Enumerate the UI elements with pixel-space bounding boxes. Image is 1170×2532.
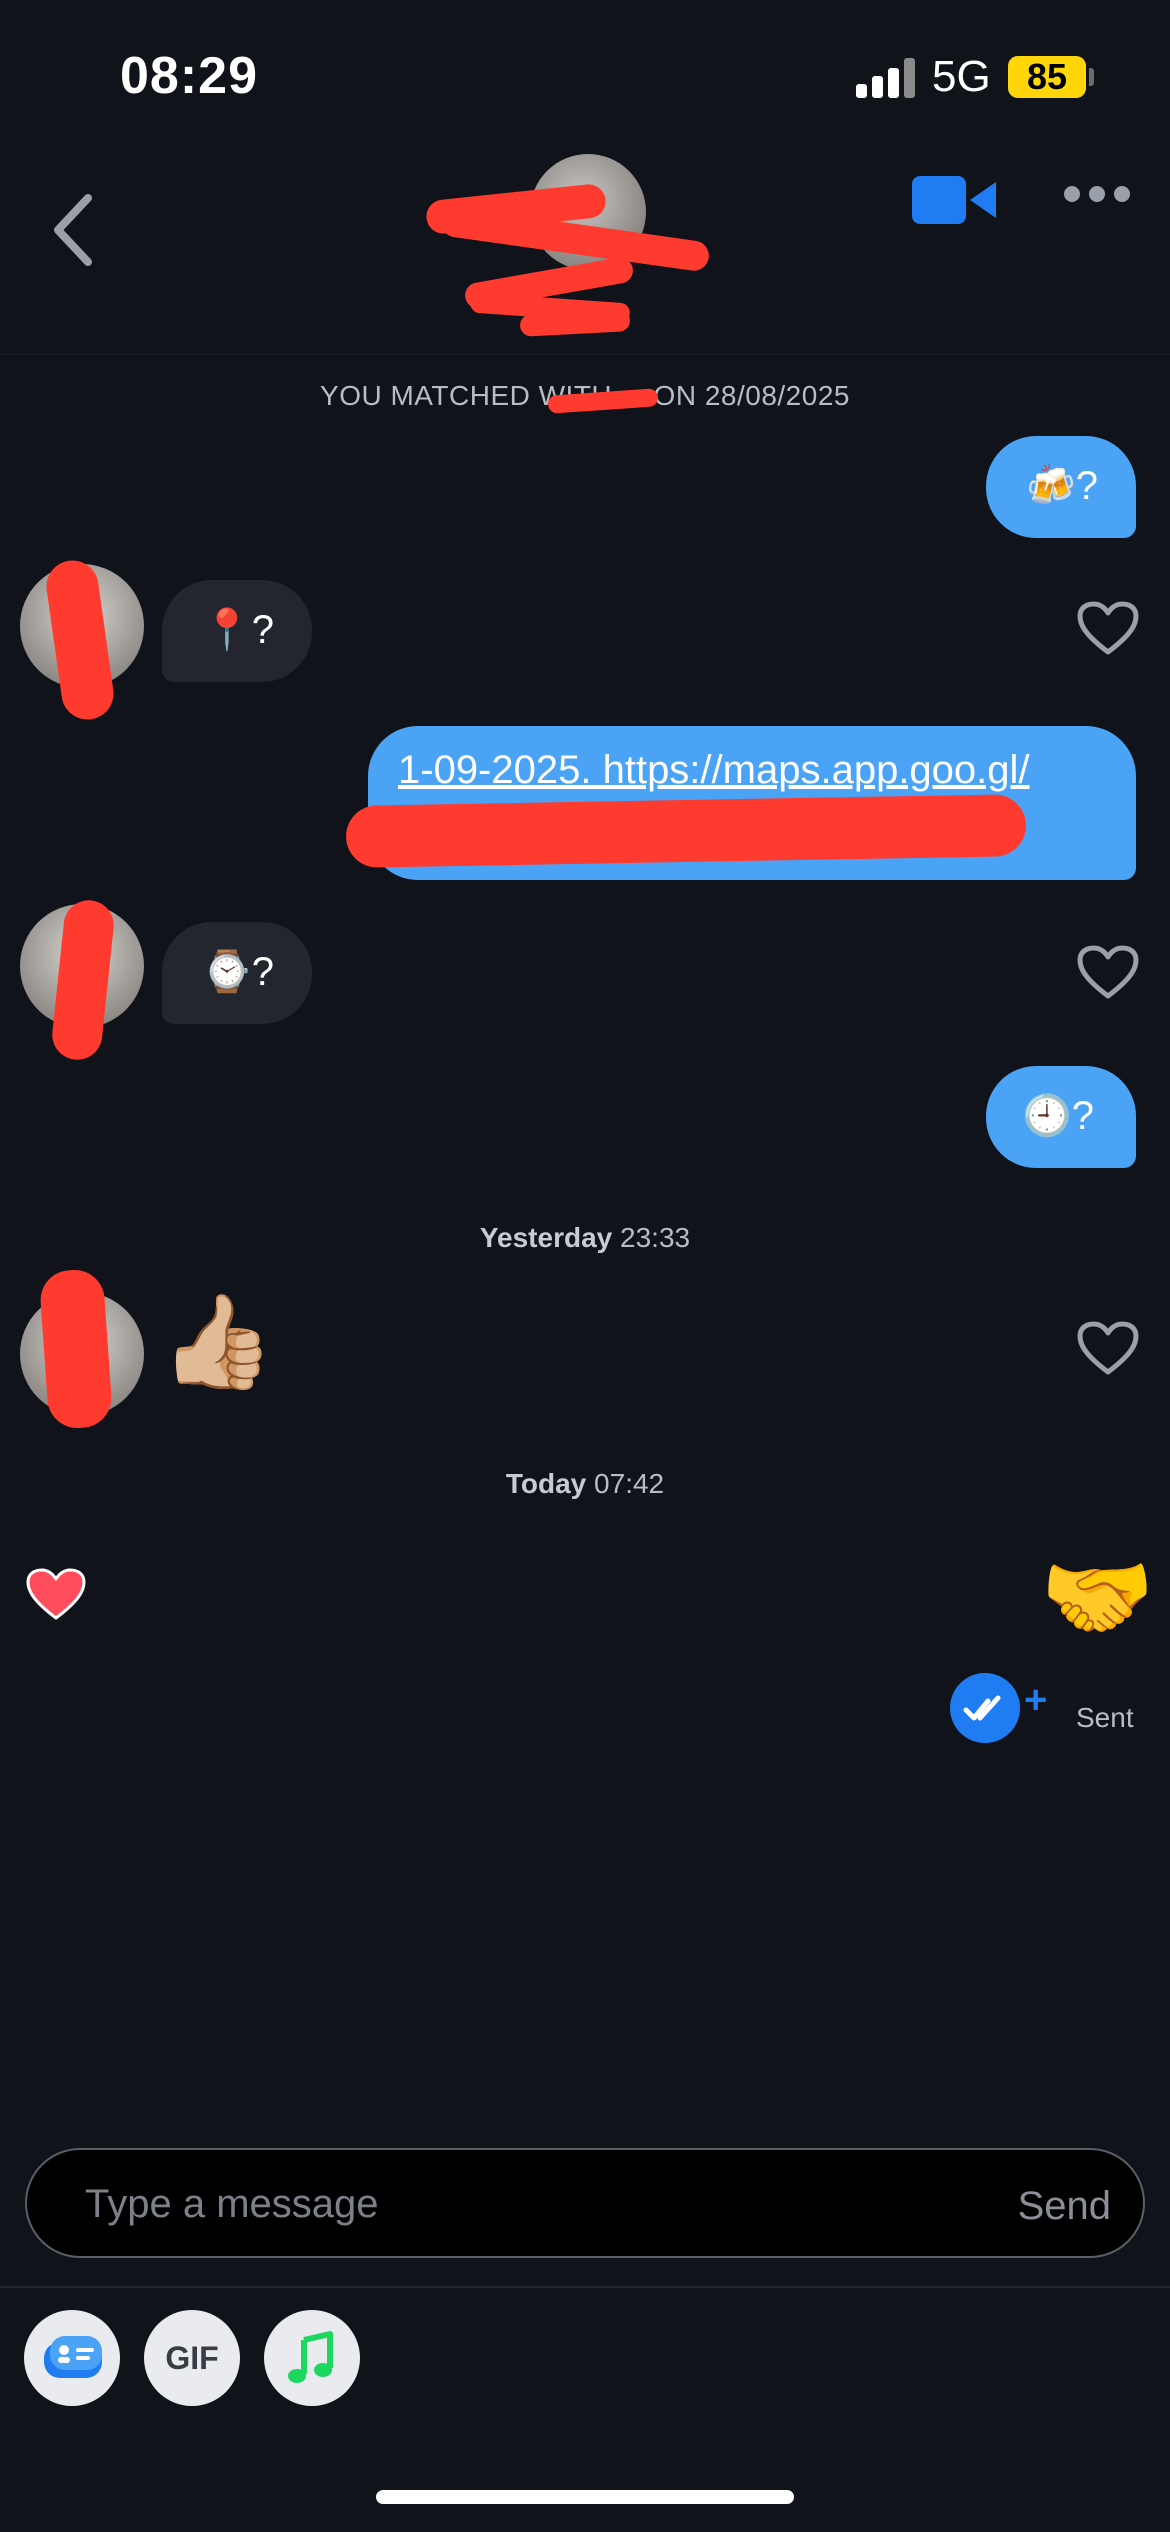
outgoing-message[interactable]: 🍻? [986, 436, 1136, 538]
status-time: 08:29 [120, 47, 258, 105]
battery-tip [1089, 68, 1094, 86]
heart-outline-icon [1077, 945, 1139, 999]
message-text: 🍻? [1026, 464, 1099, 508]
sticker-button[interactable] [24, 2310, 120, 2406]
message-text: ⌚? [202, 950, 275, 994]
message-link[interactable]: 1-09-2025. https://maps.app.goo.gl/ [398, 748, 1136, 793]
outgoing-message[interactable]: 🕘? [986, 1066, 1136, 1168]
music-button[interactable] [264, 2310, 360, 2406]
gif-icon: GIF [165, 2340, 219, 2376]
incoming-message[interactable]: ⌚? [162, 922, 312, 1024]
video-camera-icon [912, 176, 996, 224]
redaction-mark [345, 794, 1027, 868]
separator-time: 23:33 [620, 1222, 691, 1253]
video-call-button[interactable] [912, 170, 996, 230]
like-button[interactable] [1076, 944, 1140, 1002]
plus-icon[interactable]: + [1024, 1680, 1047, 1720]
gif-button[interactable]: GIF [144, 2310, 240, 2406]
ellipsis-icon [1064, 186, 1080, 202]
back-button[interactable] [40, 178, 110, 268]
message-text: 🕘? [1022, 1094, 1095, 1138]
status-bar: 08:29 5G 85 [0, 0, 1170, 140]
read-receipt-badge[interactable] [950, 1673, 1020, 1743]
redaction-mark [38, 1267, 114, 1431]
separator-day: Yesterday [479, 1222, 613, 1253]
message-composer: Send [25, 2148, 1145, 2258]
message-input[interactable] [85, 2178, 905, 2230]
redaction-mark [519, 309, 631, 337]
battery-icon: 85 [1008, 56, 1086, 98]
date-separator: Today 07:42 [0, 1468, 1170, 1500]
incoming-message[interactable]: 📍? [162, 580, 312, 682]
message-text: 📍? [202, 608, 275, 652]
separator-day: Today [505, 1468, 587, 1499]
music-note-icon [288, 2331, 333, 2383]
heart-filled-icon [26, 1568, 86, 1620]
chevron-left-icon [54, 194, 92, 266]
like-button[interactable] [1076, 600, 1140, 658]
send-button[interactable]: Send [1018, 2184, 1111, 2229]
like-button[interactable] [1076, 1320, 1140, 1378]
separator-time: 07:42 [594, 1468, 665, 1499]
signal-icon [856, 58, 916, 98]
heart-outline-icon [1077, 601, 1139, 655]
sticker-icon [44, 2336, 102, 2378]
outgoing-emoji-message[interactable]: 🤝 [1040, 1552, 1155, 1644]
toolbar-divider [0, 2286, 1170, 2288]
double-check-icon [963, 1695, 1001, 1721]
date-separator: Yesterday 23:33 [0, 1222, 1170, 1254]
heart-outline-icon [1077, 1321, 1139, 1375]
chat-header [0, 140, 1170, 355]
home-indicator[interactable] [376, 2490, 794, 2504]
more-options-button[interactable] [1064, 186, 1130, 210]
incoming-emoji-message[interactable]: 👍🏼 [160, 1296, 275, 1388]
liked-heart[interactable] [24, 1566, 88, 1624]
network-type: 5G [932, 52, 991, 101]
sent-status: Sent [1076, 1702, 1134, 1733]
